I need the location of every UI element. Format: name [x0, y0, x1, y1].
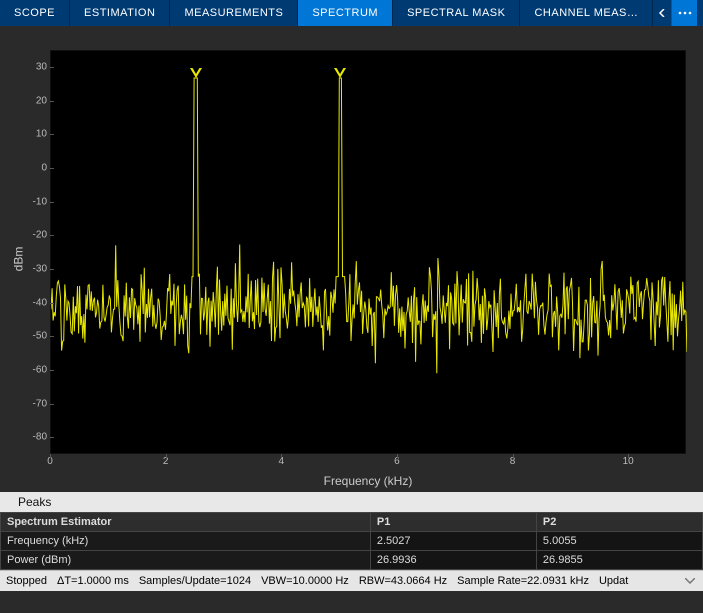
y-tick-label: 0: [7, 162, 47, 173]
tab-channel-meas[interactable]: CHANNEL MEAS…: [520, 0, 653, 26]
status-sample-rate: Sample Rate=22.0931 kHz: [457, 575, 589, 587]
peaks-table: Spectrum Estimator P1 P2 Frequency (kHz)…: [0, 512, 703, 570]
y-tick-label: -30: [7, 263, 47, 274]
y-tick-label: -80: [7, 432, 47, 443]
tab-spectral-mask[interactable]: SPECTRAL MASK: [393, 0, 520, 26]
peaks-panel-title: Peaks: [0, 492, 703, 512]
spectrum-plot[interactable]: [50, 50, 686, 454]
x-axis-label: Frequency (kHz): [50, 474, 686, 488]
table-row: Frequency (kHz) 2.5027 5.0055: [1, 532, 703, 551]
peaks-panel: Peaks Spectrum Estimator P1 P2 Frequency…: [0, 492, 703, 570]
main-toolbar: SCOPE ESTIMATION MEASUREMENTS SPECTRUM S…: [0, 0, 703, 26]
status-vbw: VBW=10.0000 Hz: [261, 575, 349, 587]
status-samples: Samples/Update=1024: [139, 575, 251, 587]
status-rbw: RBW=43.0664 Hz: [359, 575, 447, 587]
y-tick-label: 20: [7, 95, 47, 106]
status-dropdown-icon[interactable]: [683, 574, 697, 588]
y-tick-label: -50: [7, 331, 47, 342]
tab-estimation[interactable]: ESTIMATION: [70, 0, 170, 26]
cell-power-p2: 26.9855: [536, 551, 702, 570]
col-header-estimator: Spectrum Estimator: [1, 513, 371, 532]
y-tick-label: 30: [7, 61, 47, 72]
tabs-overflow-icon[interactable]: [671, 0, 697, 26]
status-updates: Updat: [599, 575, 628, 587]
table-row: Spectrum Estimator P1 P2: [1, 513, 703, 532]
y-tick-label: -10: [7, 196, 47, 207]
tab-measurements[interactable]: MEASUREMENTS: [170, 0, 298, 26]
y-tick-label: 10: [7, 129, 47, 140]
cell-freq-p2: 5.0055: [536, 532, 702, 551]
y-tick-label: -70: [7, 398, 47, 409]
y-tick-label: -40: [7, 297, 47, 308]
tabs-scroll-left-icon[interactable]: [653, 0, 671, 26]
col-header-p1: P1: [370, 513, 536, 532]
status-state: Stopped: [6, 575, 47, 587]
row-label-frequency: Frequency (kHz): [1, 532, 371, 551]
cell-power-p1: 26.9936: [370, 551, 536, 570]
y-tick-label: -60: [7, 364, 47, 375]
y-tick-label: -20: [7, 230, 47, 241]
status-dt: ΔT=1.0000 ms: [57, 575, 129, 587]
row-label-power: Power (dBm): [1, 551, 371, 570]
col-header-p2: P2: [536, 513, 702, 532]
status-bar: Stopped ΔT=1.0000 ms Samples/Update=1024…: [0, 570, 703, 591]
table-row: Power (dBm) 26.9936 26.9855: [1, 551, 703, 570]
tab-spectrum[interactable]: SPECTRUM: [298, 0, 393, 26]
tab-scope[interactable]: SCOPE: [0, 0, 70, 26]
spectrum-trace: [51, 51, 687, 455]
spectrum-plot-area: dBm Frequency (kHz) -80-70-60-50-40-30-2…: [0, 26, 703, 492]
cell-freq-p1: 2.5027: [370, 532, 536, 551]
